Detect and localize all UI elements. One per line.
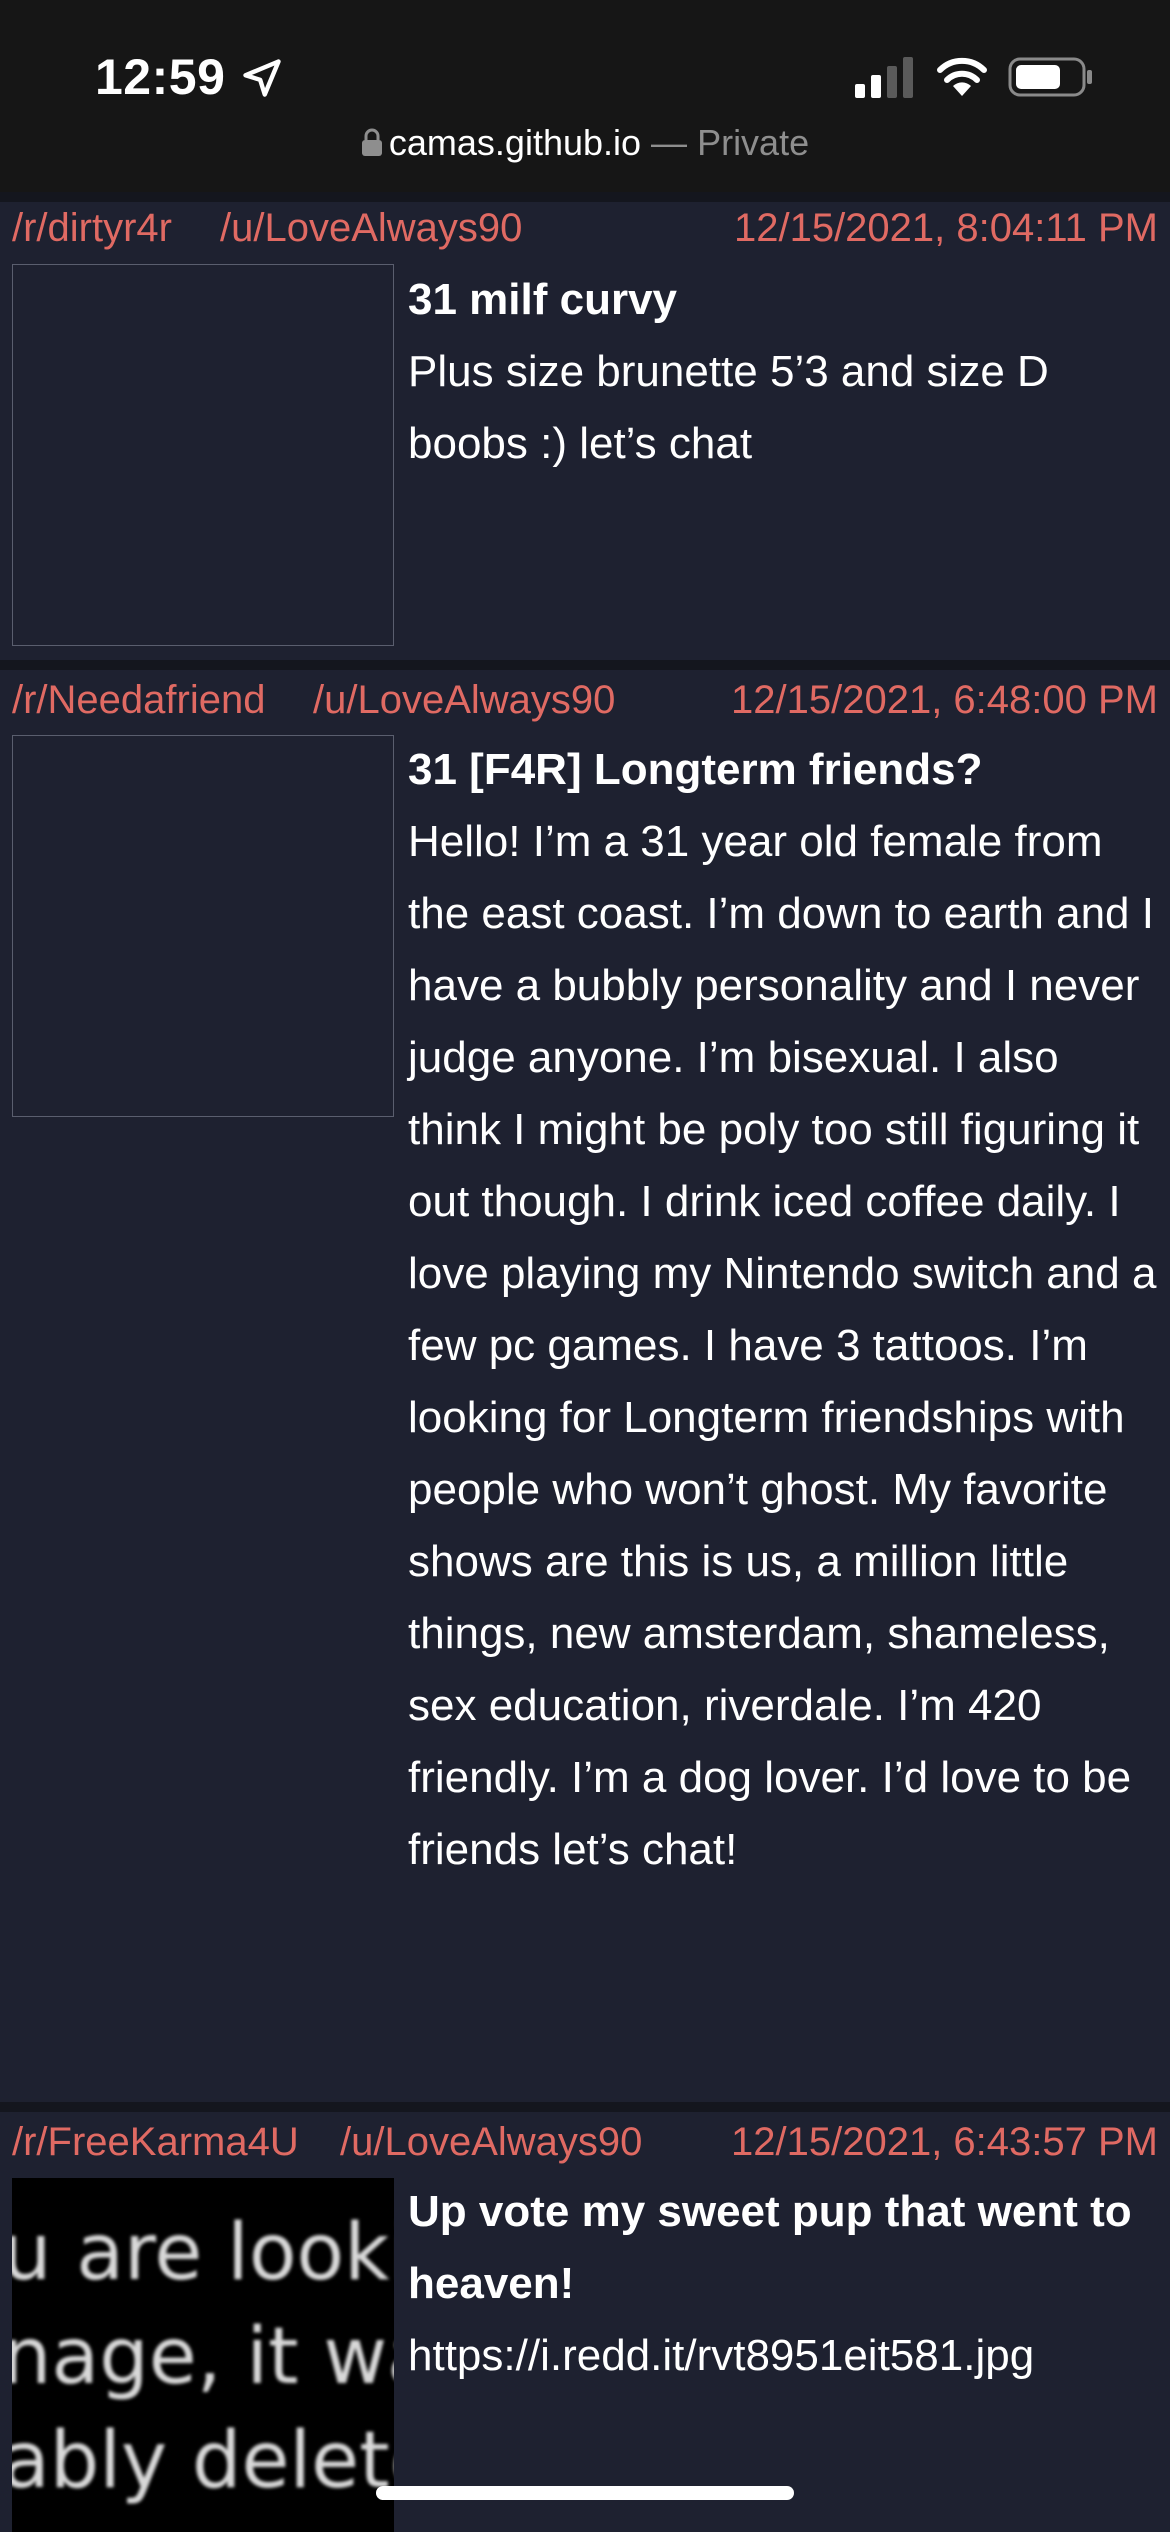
post-thumbnail[interactable] [12,264,394,646]
post-body: Hello! I’m a 31 year old female from the… [408,817,1157,1874]
post-content: 31 milf curvy Plus size brunette 5’3 and… [408,264,1158,480]
post-date: 12/15/2021, 8:04:11 PM [733,206,1158,250]
user-link[interactable]: /u/LoveAlways90 [220,206,522,251]
subreddit-link[interactable]: /r/dirtyr4r [12,206,172,251]
post-item[interactable]: /r/Needafriend /u/LoveAlways90 12/15/202… [0,670,1170,2102]
post-meta: /r/FreeKarma4U /u/LoveAlways90 12/15/202… [12,2120,1158,2168]
lock-icon [361,128,382,156]
post-content: Up vote my sweet pup that went to heaven… [408,2176,1158,2392]
location-arrow-icon [243,59,281,97]
post-date: 12/15/2021, 6:48:00 PM [731,678,1158,722]
post-thumbnail[interactable] [12,735,394,1117]
cell-signal-icon [855,57,913,98]
battery-icon [1008,57,1092,97]
post-date: 12/15/2021, 6:43:57 PM [731,2120,1158,2164]
post-thumbnail-image[interactable]: u are lookin nage, it was ably delete [12,2178,394,2532]
post-title[interactable]: 31 milf curvy [408,264,1158,336]
url-separator: — [651,122,688,163]
status-bar: 12:59 camas.github.io — Private [0,0,1170,195]
divider [0,192,1170,202]
post-meta: /r/Needafriend /u/LoveAlways90 12/15/202… [12,678,1158,726]
divider [0,660,1170,670]
thumbnail-text: ably delete [12,2416,394,2506]
divider [0,2102,1170,2112]
post-body: Plus size brunette 5’3 and size D boobs … [408,347,1049,468]
status-time: 12:59 [95,49,226,105]
post-item[interactable]: /r/FreeKarma4U /u/LoveAlways90 12/15/202… [0,2112,1170,2532]
wifi-icon [937,57,987,96]
subreddit-link[interactable]: /r/Needafriend [12,678,265,723]
post-title[interactable]: Up vote my sweet pup that went to heaven… [408,2176,1158,2320]
private-mode-label: Private [697,122,810,163]
user-link[interactable]: /u/LoveAlways90 [313,678,615,723]
post-link[interactable]: https://i.redd.it/rvt8951eit581.jpg [408,2320,1158,2392]
subreddit-link[interactable]: /r/FreeKarma4U [12,2120,299,2165]
thumbnail-text: u are lookin [12,2208,394,2298]
url-text: camas.github.io [388,122,642,163]
post-item[interactable]: /r/dirtyr4r /u/LoveAlways90 12/15/2021, … [0,202,1170,660]
post-meta: /r/dirtyr4r /u/LoveAlways90 12/15/2021, … [12,206,1158,254]
url-bar[interactable]: camas.github.io — Private [0,122,1170,164]
post-title[interactable]: 31 [F4R] Longterm friends? [408,734,1158,806]
thumbnail-text: nage, it was [12,2312,394,2402]
home-indicator[interactable] [376,2486,794,2500]
user-link[interactable]: /u/LoveAlways90 [340,2120,642,2165]
post-content: 31 [F4R] Longterm friends? Hello! I’m a … [408,734,1158,1886]
